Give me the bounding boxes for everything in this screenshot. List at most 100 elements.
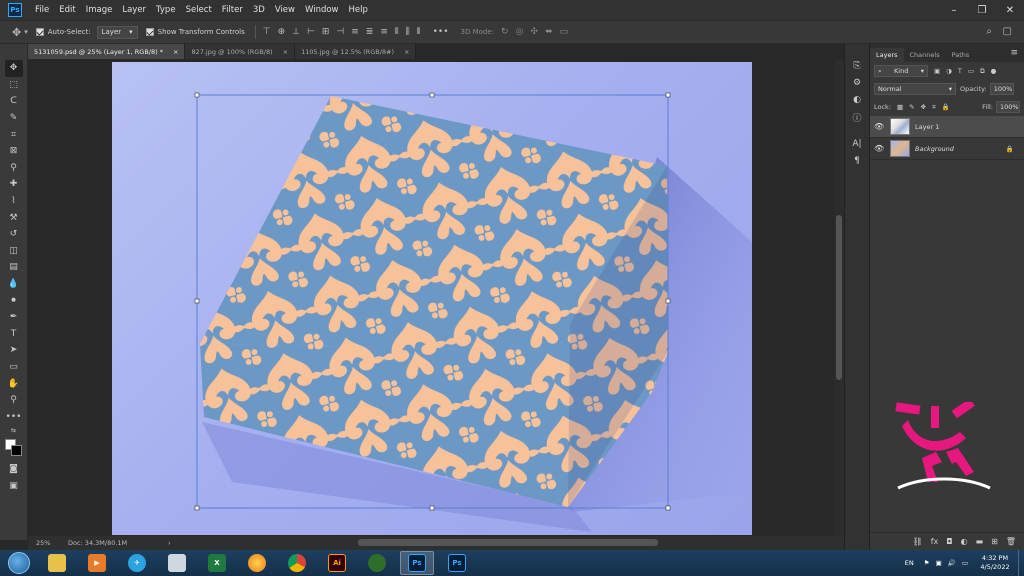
- taskbar-tool[interactable]: [360, 551, 394, 575]
- distribute-right-icon[interactable]: ⫴: [417, 27, 421, 37]
- trash-icon[interactable]: 🗑: [1006, 537, 1016, 546]
- distribute-top-icon[interactable]: ≡: [351, 27, 359, 37]
- paragraph-panel-icon[interactable]: ¶: [849, 153, 865, 169]
- filter-adjustment-icon[interactable]: ◑: [946, 67, 952, 75]
- clone-stamp-tool-icon[interactable]: ⚒: [5, 209, 23, 226]
- screen-mode-icon[interactable]: ▣: [5, 478, 23, 495]
- taskbar-illustrator[interactable]: Ai: [320, 551, 354, 575]
- path-selection-tool-icon[interactable]: ➤: [5, 342, 23, 359]
- menu-3d[interactable]: 3D: [248, 5, 270, 15]
- vertical-scrollbar-thumb[interactable]: [836, 215, 842, 380]
- auto-select-checkbox[interactable]: [35, 28, 44, 36]
- move-tool-icon[interactable]: ✥: [4, 60, 23, 77]
- align-right-icon[interactable]: ⊣: [336, 27, 344, 37]
- taskbar-firefox[interactable]: [240, 551, 274, 575]
- distribute-center-icon[interactable]: ⫼: [406, 27, 410, 37]
- zoom-level[interactable]: 25%: [28, 539, 68, 547]
- lock-all-icon[interactable]: 🔒: [942, 103, 950, 111]
- language-indicator[interactable]: EN: [905, 559, 914, 567]
- marquee-tool-icon[interactable]: ⬚: [5, 77, 23, 94]
- history-brush-tool-icon[interactable]: ↺: [5, 226, 23, 243]
- distribute-bottom-icon[interactable]: ≡: [380, 27, 388, 37]
- clock[interactable]: 4:32 PM 4/5/2022: [972, 554, 1018, 572]
- frame-tool-icon[interactable]: ⊠: [5, 143, 23, 160]
- taskbar-explorer[interactable]: [40, 551, 74, 575]
- blend-mode-dropdown[interactable]: Normal ▾: [874, 83, 956, 95]
- menu-image[interactable]: Image: [81, 5, 118, 15]
- menu-type[interactable]: Type: [151, 5, 181, 15]
- menu-layer[interactable]: Layer: [117, 5, 151, 15]
- menu-help[interactable]: Help: [344, 5, 373, 15]
- move-tool-icon[interactable]: ✥: [12, 26, 21, 39]
- lock-pixels-icon[interactable]: ✎: [909, 103, 914, 111]
- type-tool-icon[interactable]: T: [5, 326, 23, 343]
- taskbar-media[interactable]: ▶: [80, 551, 114, 575]
- kind-filter-dropdown[interactable]: ⌕ Kind ▾: [874, 65, 928, 77]
- new-group-icon[interactable]: ▬: [976, 537, 984, 546]
- link-layers-icon[interactable]: ⛓: [913, 537, 923, 546]
- tab-1105-jpg[interactable]: 1105.jpg @ 12.5% (RGB/8#) ×: [295, 44, 417, 59]
- brush-tool-icon[interactable]: ⌇: [5, 193, 23, 210]
- menu-filter[interactable]: Filter: [217, 5, 248, 15]
- canvas-area[interactable]: [28, 59, 834, 536]
- tab-paths[interactable]: Paths: [946, 48, 976, 62]
- tab-5131059-psd[interactable]: 5131059.psd @ 25% (Layer 1, RGB/8) * ×: [28, 44, 186, 59]
- layer-mask-icon[interactable]: ◘: [946, 537, 952, 546]
- zoom-tool-icon[interactable]: ⚲: [5, 392, 23, 409]
- workspace-icon[interactable]: ▢: [1003, 26, 1012, 37]
- menu-select[interactable]: Select: [181, 5, 217, 15]
- taskbar-photoshop-active[interactable]: Ps: [400, 551, 434, 575]
- minimize-icon[interactable]: –: [940, 0, 968, 20]
- quick-select-tool-icon[interactable]: ✎: [5, 110, 23, 127]
- document-canvas[interactable]: [112, 62, 752, 535]
- filter-shape-icon[interactable]: ▭: [968, 67, 974, 75]
- background-color-swatch[interactable]: [10, 445, 22, 457]
- panel-menu-icon[interactable]: ≡: [1010, 48, 1018, 58]
- network-icon[interactable]: ▣: [936, 559, 942, 567]
- history-panel-icon[interactable]: ⎘: [849, 58, 865, 74]
- align-bottom-icon[interactable]: ⊥: [292, 27, 300, 37]
- healing-brush-tool-icon[interactable]: ✚: [5, 176, 23, 193]
- align-top-icon[interactable]: ⊤: [263, 27, 271, 37]
- flag-icon[interactable]: ⚑: [924, 559, 930, 567]
- layer-row-layer-1[interactable]: 👁 Layer 1: [870, 116, 1024, 138]
- start-button[interactable]: [8, 552, 30, 574]
- show-transform-checkbox[interactable]: [145, 28, 154, 36]
- quick-mask-icon[interactable]: ◙: [5, 461, 23, 478]
- edit-toolbar-icon[interactable]: •••: [5, 408, 23, 425]
- taskbar-notepad[interactable]: [160, 551, 194, 575]
- filter-toggle-icon[interactable]: ●: [991, 67, 997, 75]
- distribute-middle-icon[interactable]: ≣: [366, 27, 374, 37]
- align-left-icon[interactable]: ⊢: [307, 27, 315, 37]
- battery-icon[interactable]: ▭: [962, 559, 968, 567]
- opacity-input[interactable]: 100%: [989, 83, 1014, 95]
- align-middle-icon[interactable]: ⊕: [278, 27, 286, 37]
- close-icon[interactable]: ×: [404, 48, 409, 56]
- taskbar-excel[interactable]: X: [200, 551, 234, 575]
- pen-tool-icon[interactable]: ✒: [5, 309, 23, 326]
- eyedropper-tool-icon[interactable]: ⚲: [5, 160, 23, 177]
- close-icon[interactable]: ✕: [996, 0, 1024, 20]
- filter-smart-object-icon[interactable]: ⧉: [980, 67, 985, 76]
- swap-colors-icon[interactable]: ⇆: [5, 425, 23, 435]
- info-panel-icon[interactable]: ⓘ: [849, 109, 865, 125]
- eye-icon[interactable]: 👁: [874, 144, 888, 153]
- properties-panel-icon[interactable]: ⚙: [849, 75, 865, 91]
- crop-tool-icon[interactable]: ⌗: [5, 126, 23, 143]
- lock-artboard-icon[interactable]: ⌗: [932, 103, 936, 112]
- adjustment-layer-icon[interactable]: ◐: [961, 537, 968, 546]
- align-center-icon[interactable]: ⊞: [322, 27, 330, 37]
- character-panel-icon[interactable]: A|: [849, 136, 865, 152]
- new-layer-icon[interactable]: ⊞: [991, 537, 998, 546]
- filter-type-icon[interactable]: T: [958, 67, 962, 75]
- chevron-right-icon[interactable]: ›: [168, 539, 171, 547]
- rectangle-tool-icon[interactable]: ▭: [5, 359, 23, 376]
- chevron-down-icon[interactable]: ▾: [24, 28, 28, 36]
- fill-input[interactable]: 100%: [996, 101, 1020, 113]
- maximize-icon[interactable]: ❐: [968, 0, 996, 20]
- menu-window[interactable]: Window: [300, 5, 344, 15]
- layer-row-background[interactable]: 👁 Background 🔒: [870, 138, 1024, 160]
- tab-layers[interactable]: Layers: [870, 48, 904, 62]
- lock-transparent-icon[interactable]: ▩: [897, 103, 903, 111]
- menu-view[interactable]: View: [270, 5, 300, 15]
